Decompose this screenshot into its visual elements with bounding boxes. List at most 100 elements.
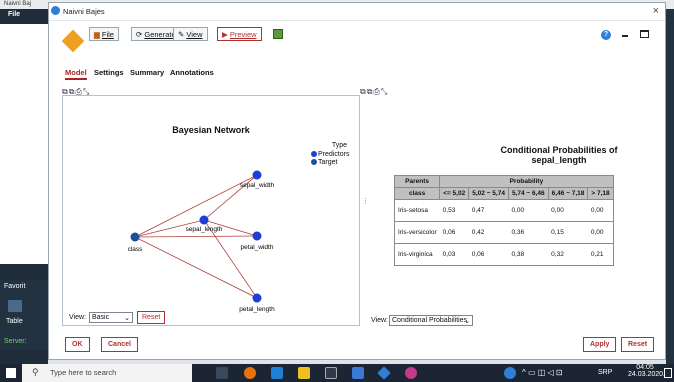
probability-cell: 0,06 bbox=[439, 221, 469, 244]
reset-button[interactable]: Reset bbox=[621, 337, 655, 352]
cpt-column-header: 5,74 ~ 6,46 bbox=[507, 187, 549, 200]
left-view-label: View: bbox=[69, 314, 86, 321]
minimize-icon[interactable] bbox=[622, 35, 628, 37]
clock-date: 24.03.2020. bbox=[628, 371, 665, 378]
action-center-icon[interactable] bbox=[664, 368, 672, 378]
apply-button[interactable]: Apply bbox=[583, 337, 617, 352]
server-label: Server: bbox=[4, 338, 27, 345]
probability-cell: 0,00 bbox=[548, 199, 588, 222]
ok-button[interactable]: OK bbox=[65, 337, 90, 352]
cpt-title: Conditional Probabilities of sepal_lengt… bbox=[444, 145, 674, 165]
play-icon: ▶ bbox=[222, 30, 230, 39]
naive-bayes-dialog: Naivni Bajes × ▆ File ⟳ Generate ✎ View … bbox=[48, 2, 666, 360]
right-view-select[interactable]: Conditional Probabilities ⌄ bbox=[389, 315, 473, 326]
firefox-icon[interactable] bbox=[244, 367, 256, 379]
background-app-title: Naivni Baj bbox=[4, 1, 32, 7]
node-petal-length-label: petal_length bbox=[239, 306, 275, 313]
node-sepal-width-label: sepal_width bbox=[240, 182, 275, 189]
file-icon: ▆ bbox=[94, 30, 102, 39]
left-reset-button[interactable]: Reset bbox=[137, 311, 166, 324]
network-graph: class sepal_length sepal_width petal_wid… bbox=[128, 170, 275, 313]
parents-header: Parents bbox=[393, 175, 441, 188]
row-label: Iris-versicolor bbox=[393, 221, 440, 244]
app-logo-icon bbox=[51, 6, 60, 15]
cancel-button[interactable]: Cancel bbox=[101, 337, 138, 352]
modeler-icon[interactable] bbox=[377, 366, 391, 380]
left-view-value: Basic bbox=[92, 314, 110, 321]
probability-cell: 0,47 bbox=[468, 199, 509, 222]
view-label: View bbox=[186, 30, 203, 39]
windows-taskbar: ⚲ Type here to search ^ ▭ ◫ ◁ ⊡ SRP 04:0… bbox=[0, 364, 674, 382]
probability-cell: 0,36 bbox=[508, 221, 549, 244]
spss-icon[interactable] bbox=[352, 367, 364, 379]
dialog-title: Naivni Bajes bbox=[63, 7, 105, 16]
cpt-column-header: <= 5,02 bbox=[439, 187, 470, 200]
task-view-icon[interactable] bbox=[216, 367, 228, 379]
cpt-table: Parents Probability class <= 5,02 5,02 ~ … bbox=[393, 175, 614, 266]
cpt-title-line2: sepal_length bbox=[531, 155, 587, 165]
probability-cell: 0,21 bbox=[587, 243, 614, 266]
row-label: Iris-virginica bbox=[393, 243, 440, 266]
language-indicator[interactable]: SRP bbox=[598, 369, 612, 376]
tab-annotations[interactable]: Annotations bbox=[170, 68, 214, 77]
dialog-toolbar: ▆ File ⟳ Generate ✎ View ▶ Preview ? bbox=[49, 21, 665, 59]
file-explorer-icon[interactable] bbox=[298, 367, 310, 379]
cpt-column-header-row: class <= 5,02 5,02 ~ 5,74 5,74 ~ 6,46 6,46 … bbox=[393, 187, 614, 200]
probability-header: Probability bbox=[439, 175, 614, 188]
left-view-select[interactable]: Basic ⌄ bbox=[89, 312, 133, 323]
search-icon: ⚲ bbox=[32, 367, 39, 377]
clock[interactable]: 04:05 24.03.2020. bbox=[628, 364, 665, 378]
dialog-titlebar: Naivni Bajes × bbox=[49, 3, 665, 21]
table-row[interactable]: Iris-versicolor 0,06 0,42 0,36 0,15 0,00 bbox=[393, 221, 614, 244]
favorites-label[interactable]: Favorit bbox=[4, 283, 25, 290]
tab-model[interactable]: Model bbox=[65, 68, 87, 80]
help-icon[interactable]: ? bbox=[601, 30, 611, 40]
probability-cell: 0,32 bbox=[548, 243, 588, 266]
table-node-icon[interactable] bbox=[8, 300, 22, 312]
table-row[interactable]: Iris-virginica 0,03 0,06 0,38 0,32 0,21 bbox=[393, 243, 614, 266]
file-menu-button[interactable]: ▆ File bbox=[89, 27, 119, 41]
cpt-column-header: 6,46 ~ 7,18 bbox=[547, 187, 589, 200]
tray-icons[interactable]: ^ ▭ ◫ ◁ ⊡ bbox=[522, 368, 563, 377]
app-icon[interactable] bbox=[405, 367, 417, 379]
node-sepal-length bbox=[199, 215, 209, 225]
right-view-value: Conditional Probabilities bbox=[392, 317, 468, 324]
bayesian-network-pane: Bayesian Network Type Predictors Target bbox=[62, 95, 360, 326]
chevron-down-icon: ⌄ bbox=[464, 318, 470, 325]
table-row[interactable]: Iris-setosa 0,53 0,47 0,00 0,00 0,00 bbox=[393, 199, 614, 222]
start-icon[interactable] bbox=[6, 368, 16, 378]
background-favorites-panel: Favorit Table Server: bbox=[0, 280, 48, 350]
background-file-menu[interactable]: File bbox=[8, 11, 20, 18]
background-app-right-edge bbox=[666, 9, 674, 364]
right-view-label: View: bbox=[371, 317, 388, 324]
view-menu-button[interactable]: ✎ View bbox=[173, 27, 208, 41]
probability-cell: 0,38 bbox=[508, 243, 549, 266]
close-button[interactable]: × bbox=[653, 5, 659, 17]
dialog-footer: OK Cancel Apply Reset bbox=[49, 333, 665, 361]
probability-cell: 0,00 bbox=[587, 199, 614, 222]
chevron-down-icon: ⌄ bbox=[124, 315, 130, 322]
node-petal-width bbox=[252, 231, 262, 241]
node-sepal-width bbox=[252, 170, 262, 180]
maximize-icon[interactable] bbox=[640, 30, 649, 38]
edge-class-petal-width bbox=[134, 235, 258, 238]
notification-app-icon[interactable] bbox=[504, 367, 516, 379]
export-icon[interactable] bbox=[273, 29, 283, 39]
tab-settings[interactable]: Settings bbox=[94, 68, 124, 77]
cpt-title-line1: Conditional Probabilities of bbox=[500, 145, 618, 155]
preview-button[interactable]: ▶ Preview bbox=[217, 27, 262, 41]
tab-summary[interactable]: Summary bbox=[130, 68, 164, 77]
node-petal-width-label: petal_width bbox=[241, 244, 274, 251]
probability-cell: 0,00 bbox=[587, 221, 614, 244]
probability-cell: 0,03 bbox=[439, 243, 469, 266]
taskbar-search[interactable]: ⚲ Type here to search bbox=[22, 364, 192, 382]
probability-cell: 0,06 bbox=[468, 243, 509, 266]
node-petal-length bbox=[252, 293, 262, 303]
edge-icon[interactable] bbox=[271, 367, 283, 379]
class-header: class bbox=[393, 187, 441, 200]
terminal-icon[interactable] bbox=[325, 367, 337, 379]
node-sepal-length-label: sepal_length bbox=[186, 226, 223, 233]
probability-cell: 0,53 bbox=[439, 199, 469, 222]
node-class bbox=[130, 232, 140, 242]
conditional-probabilities-pane: Conditional Probabilities of sepal_lengt… bbox=[368, 95, 664, 326]
